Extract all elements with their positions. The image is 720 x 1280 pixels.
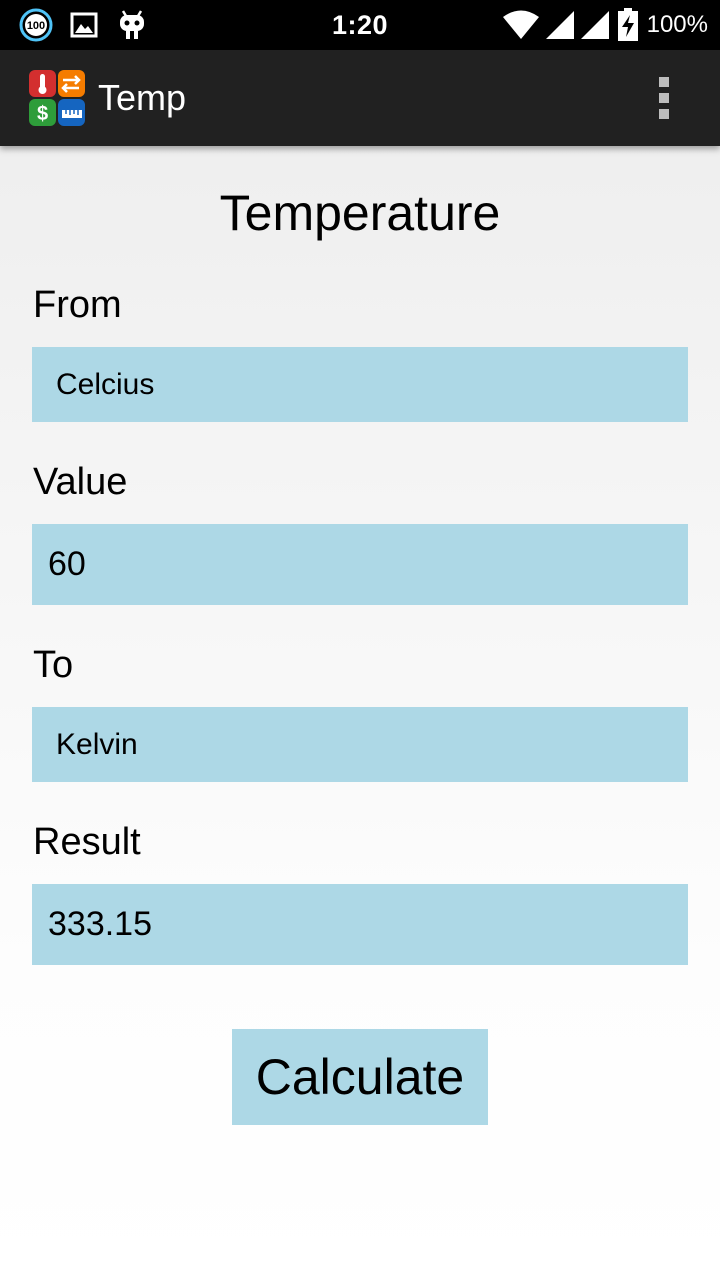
to-label: To: [33, 644, 74, 686]
value-input[interactable]: 60: [32, 524, 688, 605]
action-bar: $ Temp: [0, 50, 720, 146]
from-unit-value: Celcius: [56, 367, 155, 401]
calculate-button[interactable]: Calculate: [232, 1029, 488, 1125]
battery-charging-icon: [617, 0, 639, 50]
page-title: Temperature: [219, 185, 501, 241]
signal-icon: [545, 0, 575, 50]
result-field[interactable]: 333.15: [32, 884, 688, 965]
to-unit-value: Kelvin: [56, 727, 138, 761]
value-input-text: 60: [48, 545, 86, 583]
from-label: From: [33, 284, 122, 326]
battery-percent: 100%: [646, 11, 708, 38]
signal-icon: [580, 0, 610, 50]
status-clock: 1:20: [331, 9, 389, 40]
wifi-icon: [502, 0, 540, 50]
app-title: Temp: [98, 77, 187, 118]
status-bar: 100 1:20 100%: [0, 0, 720, 50]
converter-app-icon: $: [29, 70, 85, 126]
result-label: Result: [33, 821, 141, 863]
result-value: 333.15: [48, 905, 152, 943]
value-label: Value: [33, 461, 128, 503]
to-unit-spinner[interactable]: Kelvin: [32, 707, 688, 782]
svg-text:$: $: [37, 103, 48, 125]
from-unit-spinner[interactable]: Celcius: [32, 347, 688, 422]
overflow-menu-icon[interactable]: [644, 70, 684, 126]
